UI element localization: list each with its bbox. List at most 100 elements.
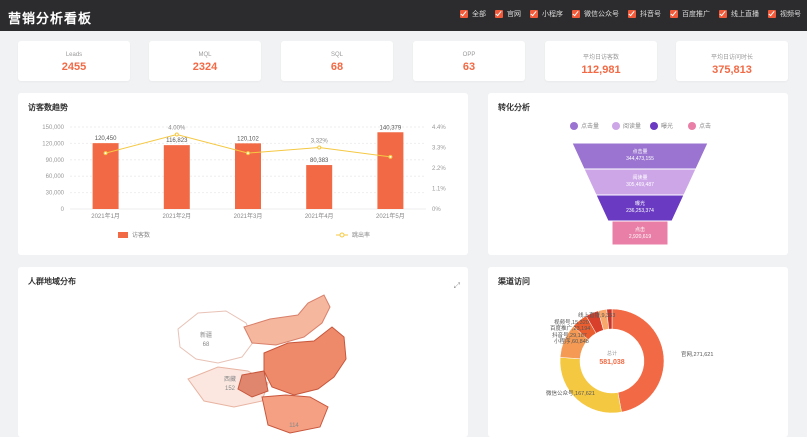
checkbox-icon[interactable] [719, 10, 727, 18]
map-label: 114 [289, 423, 299, 429]
filter-0[interactable]: 全部 [460, 9, 486, 19]
slice-label: 线上直播,9,333 [578, 311, 615, 319]
filter-label: 百度推广 [682, 11, 710, 18]
checkbox-icon[interactable] [628, 10, 636, 18]
line-point [174, 132, 179, 137]
line-point [388, 154, 393, 159]
y2-tick-label: 4.4% [432, 125, 446, 131]
top-bar: 营销分析看板 全部 官网 小程序 微信公众号 抖音号 百度推广 线上直播 视频号 [0, 0, 807, 31]
checkbox-icon[interactable] [460, 10, 468, 18]
region-north [243, 294, 331, 346]
region-xinjiang [177, 310, 255, 364]
region-panel: 人群地域分布 ⤢ 新疆 68 西藏 152 114 [18, 267, 468, 437]
slice-label: 抖音号,29,187 [552, 331, 587, 339]
funnel-stage-value: 344,473,155 [626, 156, 654, 162]
filter-label: 全部 [472, 11, 486, 18]
bar [163, 145, 190, 209]
filter-3[interactable]: 微信公众号 [572, 9, 619, 19]
map-label: 新疆 [200, 331, 212, 339]
map-label: 152 [225, 386, 236, 392]
line-point [103, 151, 108, 156]
legend-label: 曝光 [661, 122, 673, 130]
slice-label: 视频号,15,320 [554, 318, 589, 326]
y-tick-label: 60,000 [46, 174, 65, 180]
legend-dot [650, 122, 658, 130]
filter-label: 抖音号 [640, 11, 661, 18]
kpi-card: SQL 68 [281, 41, 393, 81]
bar-value-label: 120,102 [237, 136, 259, 142]
y-tick-label: 120,000 [42, 141, 64, 147]
filter-7[interactable]: 视频号 [768, 9, 801, 19]
kpi-card: 平均日访客数 112,981 [545, 41, 657, 81]
funnel-stage-value: 305,469,487 [626, 182, 654, 188]
checkbox-icon[interactable] [572, 10, 580, 18]
bar-value-label: 140,379 [380, 125, 402, 131]
filter-label: 线上直播 [731, 11, 759, 18]
channel-donut-chart: 官网,271,621微信公众号,167,621小程序,60,848抖音号,29,… [546, 308, 713, 414]
slice-label: 官网,271,621 [681, 350, 713, 358]
legend-label: 阅读量 [623, 122, 641, 130]
filter-1[interactable]: 官网 [495, 9, 521, 19]
funnel-stage [611, 220, 669, 246]
kpi-value: 112,981 [581, 64, 621, 76]
filter-5[interactable]: 百度推广 [670, 9, 710, 19]
dashboard-title: 营销分析看板 [8, 11, 93, 26]
bar-value-label: 80,383 [310, 158, 329, 164]
kpi-card: Leads 2455 [18, 41, 130, 81]
y2-tick-label: 2.2% [432, 166, 446, 172]
checkbox-icon[interactable] [495, 10, 503, 18]
kpi-value: 2455 [61, 61, 87, 73]
kpi-value: 375,813 [712, 64, 752, 76]
checkbox-icon[interactable] [768, 10, 776, 18]
bar-value-label: 116,823 [166, 138, 188, 144]
donut-center-label: 总计 [607, 350, 617, 357]
x-tick-label: 2021年4月 [305, 212, 334, 220]
kpi-card: MQL 2324 [149, 41, 261, 81]
line-value-label: 4.00% [168, 125, 186, 131]
bar [377, 132, 404, 209]
line-point [246, 151, 250, 156]
y-tick-label: 150,000 [42, 125, 64, 131]
y-tick-label: 30,000 [46, 191, 65, 197]
kpi-card: OPP 63 [413, 41, 525, 81]
filter-4[interactable]: 抖音号 [628, 9, 661, 19]
funnel-stage-value: 236,253,374 [626, 208, 654, 214]
legend-dot [612, 122, 620, 130]
checkbox-icon[interactable] [670, 10, 678, 18]
y-tick-label: 0 [61, 207, 65, 213]
legend-marker [339, 232, 345, 238]
map-label: 西藏 [224, 375, 236, 383]
y2-tick-label: 0% [432, 207, 441, 213]
funnel-stage-name: 点击 [635, 226, 645, 233]
legend-label: 点击量 [581, 122, 599, 130]
x-tick-label: 2021年5月 [376, 212, 405, 220]
legend-label: 跳出率 [352, 231, 370, 239]
y2-tick-label: 1.1% [432, 187, 446, 193]
channel-panel: 渠道访问 官网,271,621 微信公众号,167,621 小程序,60,848 抖音… [488, 267, 788, 437]
slice-label: 微信公众号,167,621 [546, 389, 595, 397]
legend-swatch [118, 232, 128, 238]
bar-value-label: 120,450 [95, 136, 117, 142]
filter-label: 官网 [507, 11, 521, 18]
kpi-label: MQL [198, 52, 212, 58]
kpi-card: 平均日访问时长 375,813 [676, 41, 788, 81]
map-label: 68 [203, 342, 210, 348]
kpi-value: 68 [330, 61, 344, 73]
channel-filters: 全部 官网 小程序 微信公众号 抖音号 百度推广 线上直播 视频号 [460, 9, 801, 19]
kpi-value: 2324 [192, 61, 218, 73]
checkbox-icon[interactable] [530, 10, 538, 18]
x-tick-label: 2021年1月 [91, 212, 120, 220]
filter-6[interactable]: 线上直播 [719, 9, 759, 19]
filter-2[interactable]: 小程序 [530, 9, 563, 19]
filter-label: 小程序 [542, 11, 563, 18]
y2-tick-label: 3.3% [432, 146, 446, 152]
kpi-row: Leads 2455 MQL 2324 SQL 68 OPP 63 平均日访客数 112,981 平… [18, 41, 789, 81]
legend-label: 访客数 [132, 231, 150, 239]
bar [306, 165, 333, 209]
y-tick-label: 90,000 [46, 158, 65, 164]
region-map: 新疆 68 西藏 152 114 [177, 294, 347, 434]
kpi-label: 平均日访问时长 [710, 55, 753, 61]
legend-dot [688, 122, 696, 130]
x-tick-label: 2021年2月 [162, 212, 191, 220]
visitor-trend-panel: 访客数趋势 150,000 120,000 90,000 60,000 30,000 0 4… [18, 93, 468, 255]
